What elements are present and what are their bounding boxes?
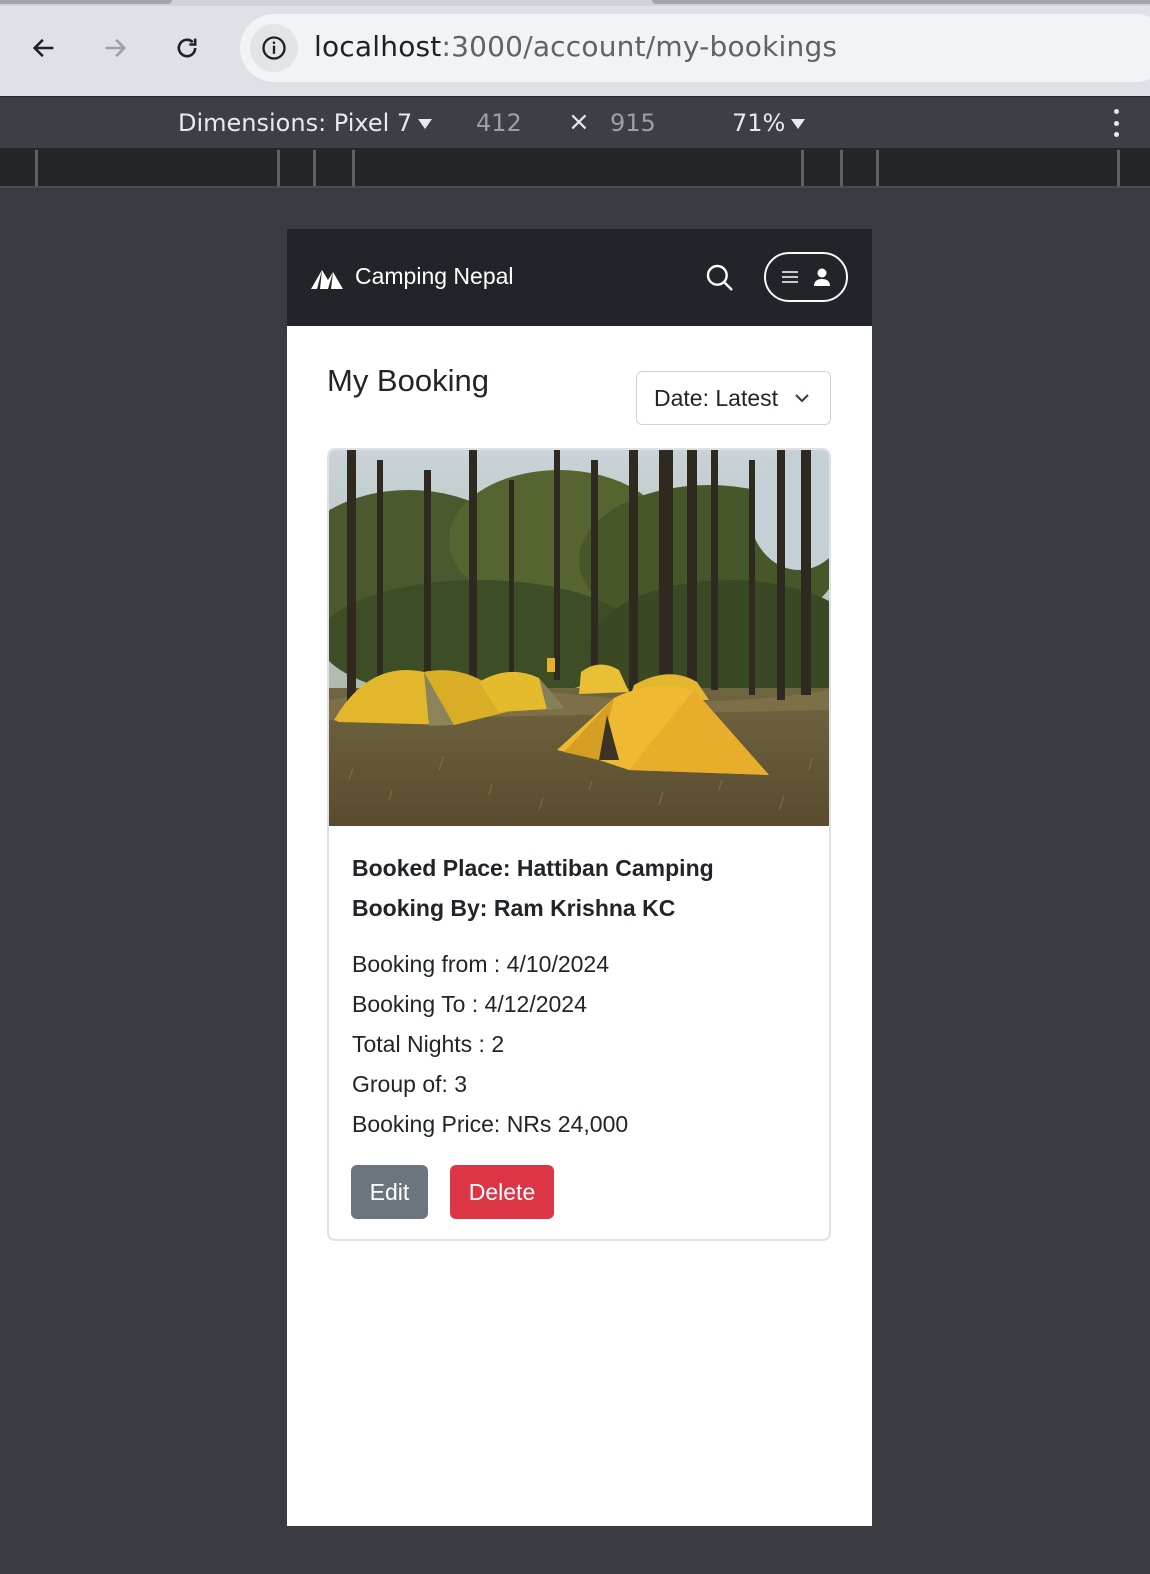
user-menu-button[interactable] [764,252,848,302]
hamburger-icon [782,271,798,283]
browser-toolbar: localhost:3000/account/my-bookings [0,0,1150,96]
arrow-left-icon [32,38,54,58]
back-button[interactable] [22,26,66,70]
delete-button[interactable]: Delete [450,1165,554,1219]
total-nights: Total Nights : 2 [352,1031,505,1057]
url-text: localhost:3000/account/my-bookings [314,30,837,63]
user-icon [814,268,830,286]
address-bar[interactable]: localhost:3000/account/my-bookings [240,14,1150,82]
device-toolbar: Dimensions: Pixel 7 412 × 915 71% [0,96,1150,148]
caret-down-icon [418,119,433,129]
chevron-down-icon [795,394,809,403]
width-input[interactable]: 412 [476,109,522,137]
arrow-right-icon [105,38,127,58]
search-icon [706,264,733,291]
tab-left[interactable] [0,0,172,4]
tab-strip [0,0,1150,6]
search-button[interactable] [699,257,741,299]
group-size: Group of: 3 [352,1071,468,1097]
sort-select-value: Date: Latest [654,384,779,411]
device-viewport: Camping Nepal My Booking Date: Latest Bo… [287,229,872,1526]
edit-button[interactable]: Edit [351,1165,428,1219]
url-host: localhost [314,30,442,63]
media-query-ruler [0,148,1150,188]
booking-price: Booking Price: NRs 24,000 [352,1111,629,1137]
device-selector[interactable]: Dimensions: Pixel 7 [178,109,433,137]
url-path: :3000/account/my-bookings [441,30,838,63]
booking-card: Booked Place: Hattiban Camping Booking B… [327,448,831,1241]
zoom-selector[interactable]: 71% [732,109,806,137]
campsite-photo [329,450,829,826]
booking-to: Booking To : 4/12/2024 [352,991,587,1017]
brand-link[interactable]: Camping Nepal [309,263,514,290]
height-input[interactable]: 915 [610,109,656,137]
booked-place: Booked Place: Hattiban Camping [352,855,714,881]
forward-button[interactable] [93,26,137,70]
page-title: My Booking [327,363,489,398]
sort-select[interactable]: Date: Latest [636,371,831,425]
reload-button[interactable] [165,26,209,70]
tent-logo-icon [311,269,343,289]
more-options-icon[interactable] [1114,109,1120,137]
times-icon: × [568,107,590,137]
navbar: Camping Nepal [287,229,872,326]
caret-down-icon [791,119,806,129]
reload-icon [177,38,197,58]
booked-by: Booking By: Ram Krishna KC [352,895,676,921]
tab-right[interactable] [652,0,1150,4]
info-icon [262,36,286,60]
brand-name: Camping Nepal [355,263,514,289]
booking-from: Booking from : 4/10/2024 [352,951,609,977]
zoom-label: 71% [732,109,786,137]
campsite-image [329,450,829,826]
booking-details: Booked Place: Hattiban Camping Booking B… [352,848,812,1144]
device-selector-label: Dimensions: Pixel 7 [178,109,413,137]
site-info-button[interactable] [250,24,298,72]
